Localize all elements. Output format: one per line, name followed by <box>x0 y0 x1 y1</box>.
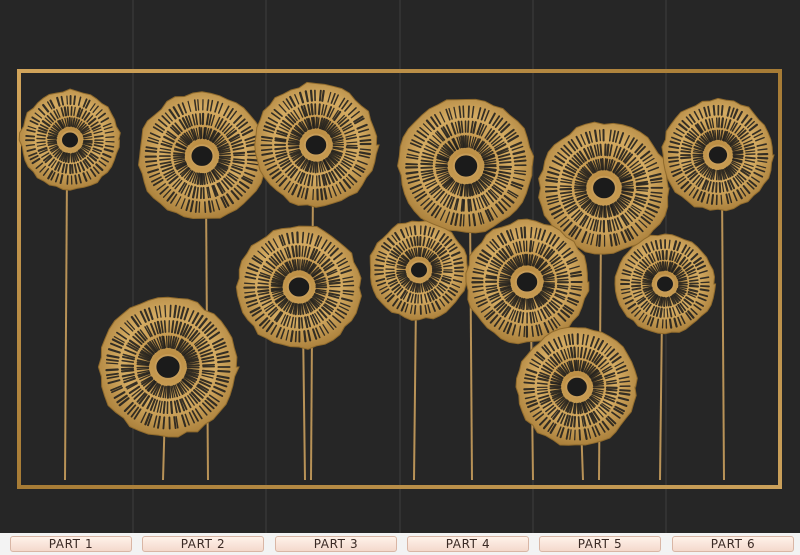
part-6-label: PART 6 <box>672 536 794 552</box>
part-1-label: PART 1 <box>10 536 132 552</box>
canvas-preview: PART 1 PART 2 PART 3 PART 4 PART 5 PART … <box>0 0 800 555</box>
part-5-label: PART 5 <box>539 536 661 552</box>
gold-disc <box>397 98 535 234</box>
part-3-label: PART 3 <box>275 536 397 552</box>
part-label-bar: PART 1 PART 2 PART 3 PART 4 PART 5 PART … <box>0 533 800 555</box>
wall-art-image <box>0 0 800 533</box>
part-2-label: PART 2 <box>142 536 264 552</box>
part-4-label: PART 4 <box>407 536 529 552</box>
